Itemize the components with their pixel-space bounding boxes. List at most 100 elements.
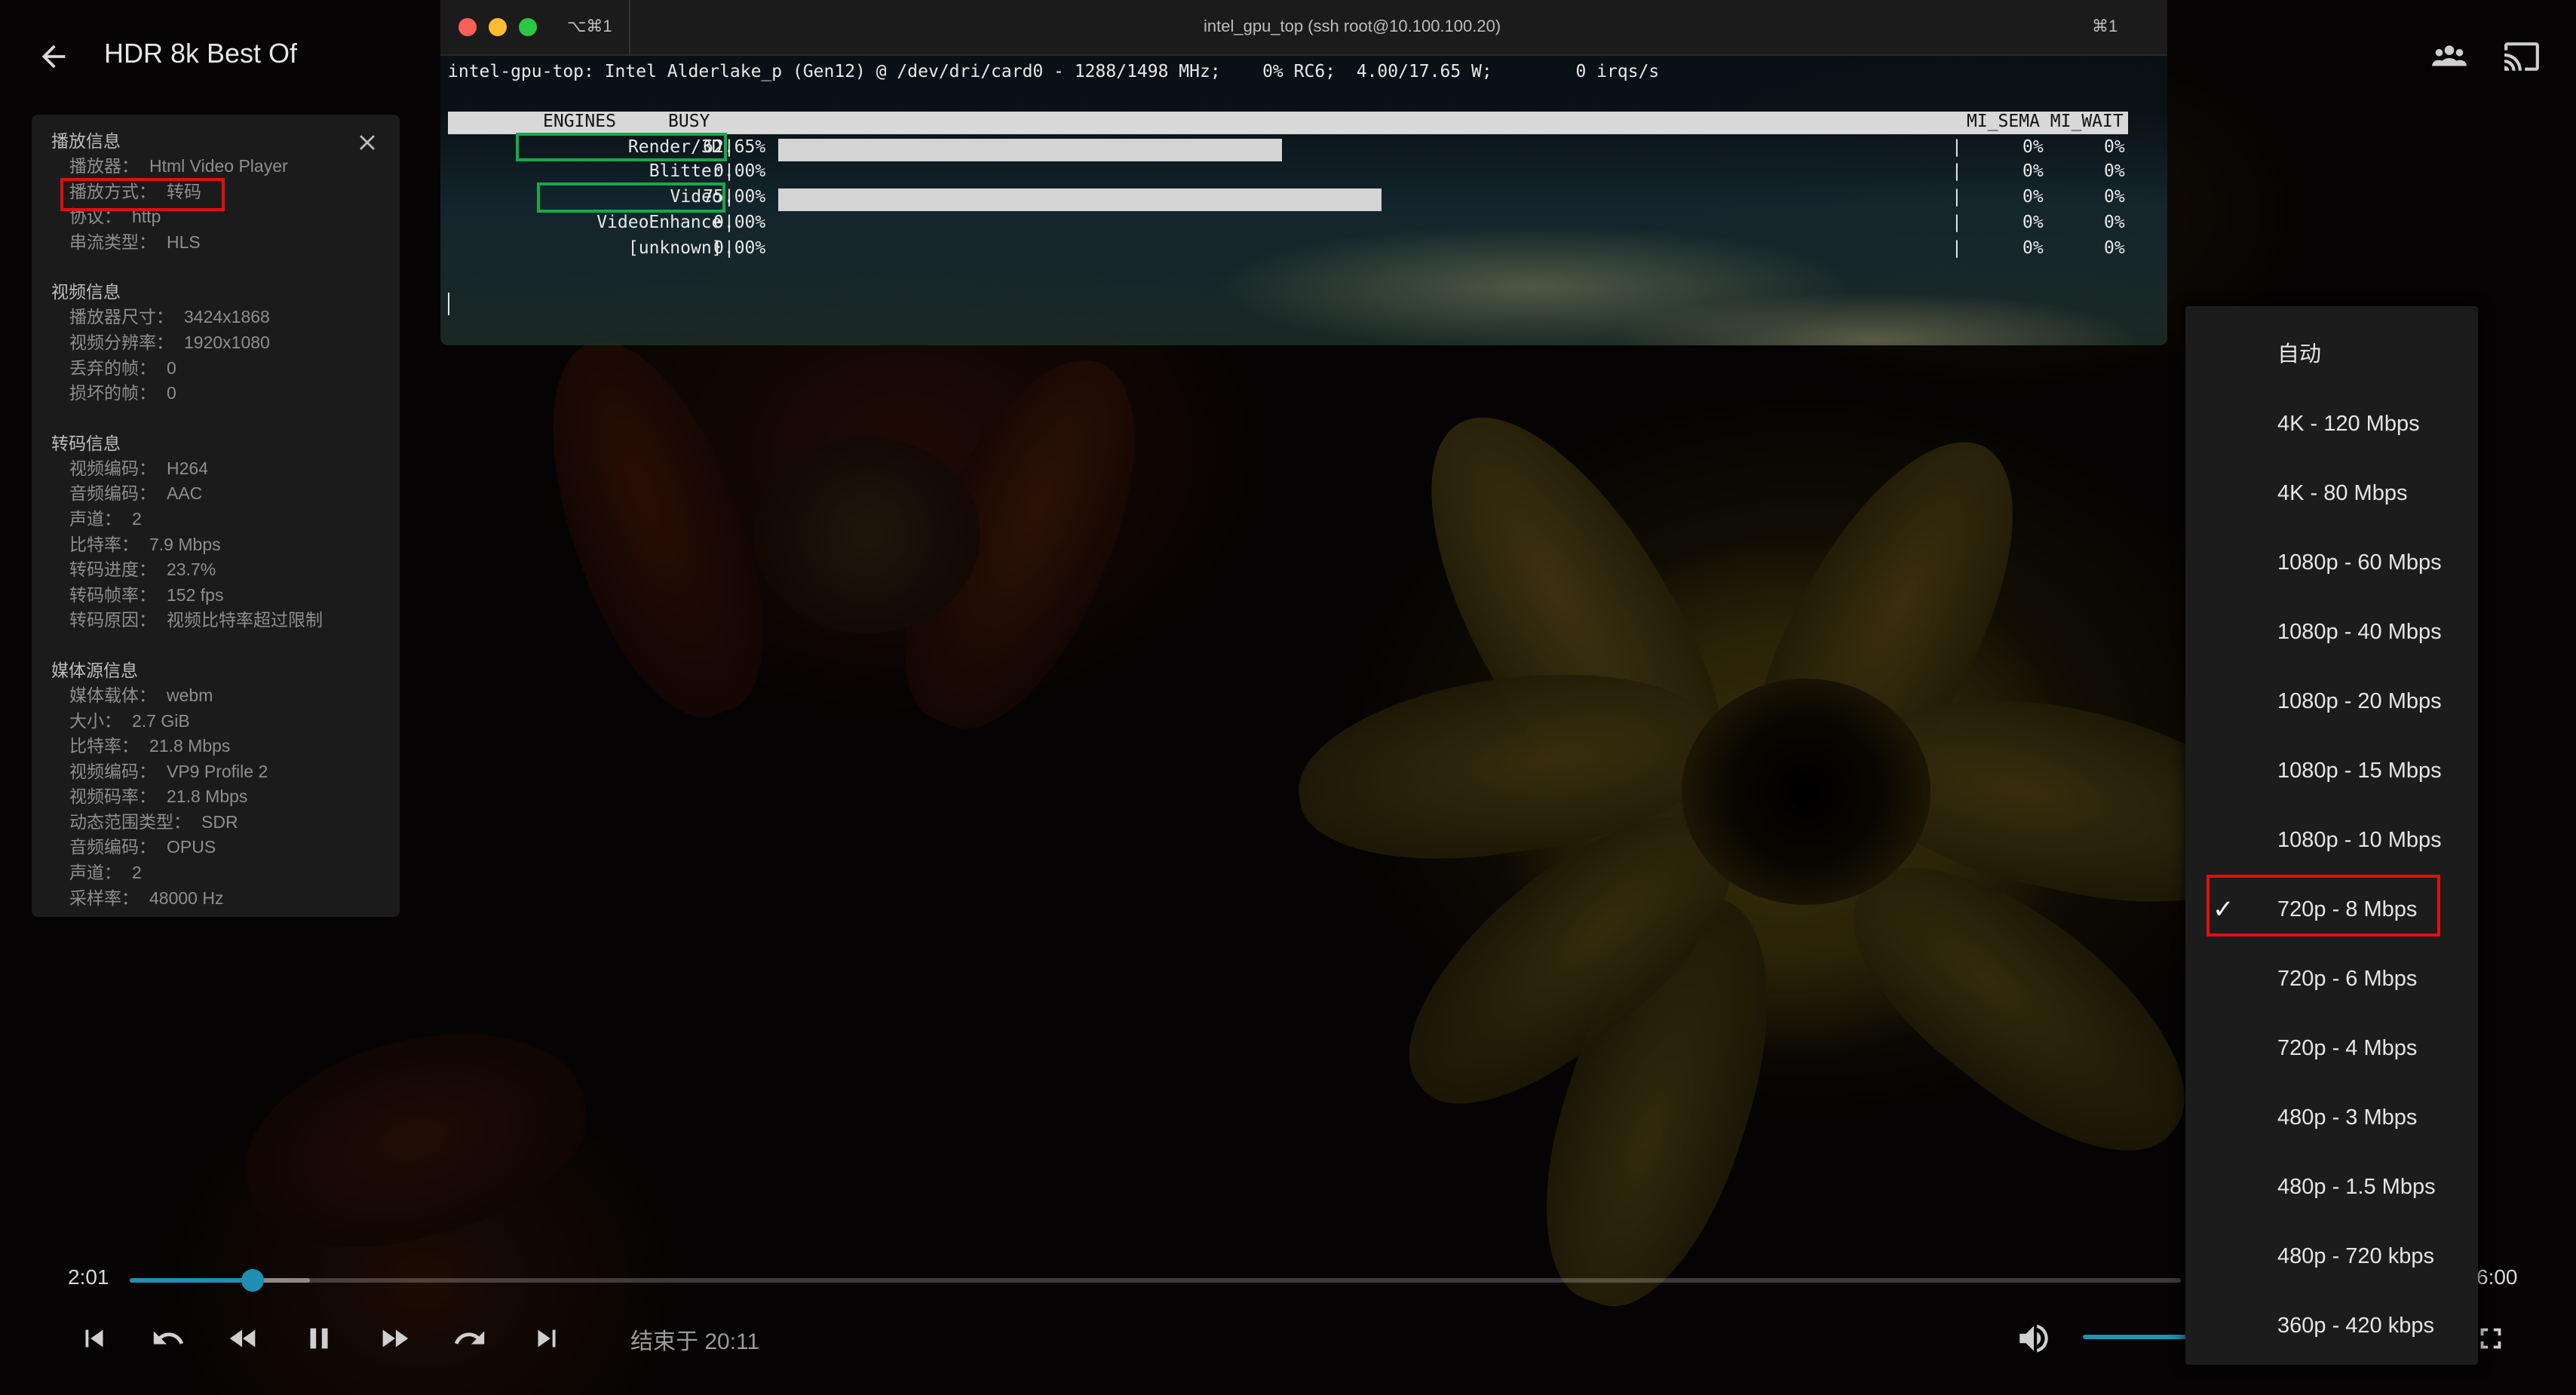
zoom-window-dot[interactable] [519, 18, 537, 36]
info-row-value: 1920x1080 [184, 332, 270, 352]
info-section: 视频信息 播放器尺寸： 3424x1868 视频分辨率： 1920x1080 丢弃的帧： 0… [51, 279, 400, 406]
info-section: 媒体源信息 媒体载体： webm 大小： 2.7 GiB 比特率： 21.8 Mbps 视频编… [51, 658, 400, 911]
arrow-left-icon[interactable] [36, 39, 71, 74]
gpu-status-line: intel-gpu-top: Intel Alderlake_p (Gen12)… [448, 62, 1660, 81]
current-time: 2:01 [68, 1265, 109, 1289]
fullscreen-icon[interactable] [2473, 1321, 2508, 1356]
volume-icon[interactable] [2015, 1320, 2053, 1357]
video-title: HDR 8k Best Of [104, 38, 298, 69]
bar-end-separator: | [1952, 161, 1962, 181]
quality-option[interactable]: 1080p - 20 Mbps [2185, 667, 2478, 736]
engine-mi-wait: 0% [2104, 213, 2125, 232]
quality-option[interactable]: 720p - 6 Mbps [2185, 944, 2478, 1013]
terminal-window[interactable]: ⌥⌘1 intel_gpu_top (ssh root@10.100.100.2… [440, 0, 2167, 345]
forward-icon[interactable] [452, 1321, 487, 1356]
info-row-value: 视频比特率超过限制 [167, 610, 323, 630]
quality-option-label: 1080p - 10 Mbps [2277, 828, 2442, 852]
quality-option[interactable]: 1080p - 40 Mbps [2185, 597, 2478, 667]
quality-option[interactable]: 4K - 80 Mbps [2185, 458, 2478, 528]
bar-end-separator: | [1952, 213, 1962, 232]
info-row-label: 损坏的帧： [69, 383, 156, 403]
quality-option[interactable]: 480p - 1.5 Mbps [2185, 1152, 2478, 1222]
tab-separator [629, 0, 630, 56]
info-row-label: 转码帧率： [69, 584, 156, 605]
skip-previous-icon[interactable] [77, 1321, 112, 1356]
quality-option-label: 1080p - 15 Mbps [2277, 759, 2442, 783]
info-row: 音频编码： OPUS [51, 835, 400, 860]
close-window-dot[interactable] [458, 18, 477, 36]
window-shortcut: ⌘1 [2092, 17, 2118, 35]
engine-name: VideoEnhance [596, 213, 722, 232]
group-icon[interactable] [2428, 38, 2470, 75]
quality-option-label: 1080p - 20 Mbps [2277, 689, 2442, 713]
engine-mi-sema: 0% [2022, 187, 2044, 207]
info-row: 声道： 2 [51, 860, 400, 886]
info-row-label: 动态范围类型： [69, 811, 191, 832]
quality-option[interactable]: 4K - 120 Mbps [2185, 389, 2478, 458]
engine-mi-sema: 0% [2022, 238, 2044, 258]
bar-end-separator: | [1952, 187, 1962, 207]
quality-option-label: 自动 [2277, 342, 2322, 366]
close-icon[interactable] [354, 130, 380, 155]
col-busy: BUSY [668, 112, 710, 131]
info-row-label: 比特率： [69, 736, 139, 756]
quality-option[interactable]: 自动 [2185, 320, 2478, 389]
terminal-titlebar[interactable]: ⌥⌘1 intel_gpu_top (ssh root@10.100.100.2… [440, 0, 2167, 56]
info-row-value: 2 [132, 863, 142, 883]
quality-option[interactable]: 1080p - 15 Mbps [2185, 736, 2478, 805]
engine-busy: 0.00% [713, 161, 766, 181]
engine-busy-bar [778, 139, 1282, 161]
info-row: 视频码率： 21.8 Mbps [51, 784, 400, 810]
terminal-title: intel_gpu_top (ssh root@10.100.100.20) [1204, 17, 1501, 35]
info-row-value: AAC [167, 483, 203, 504]
pause-icon[interactable] [302, 1321, 336, 1356]
seek-knob[interactable] [241, 1269, 265, 1292]
rewind-icon[interactable] [226, 1321, 261, 1356]
info-section-title: 媒体源信息 [51, 660, 138, 680]
engine-busy: 0.00% [713, 213, 766, 232]
engine-mi-sema: 0% [2022, 161, 2044, 181]
info-row-label: 比特率： [69, 534, 139, 554]
cast-icon[interactable] [2501, 38, 2543, 75]
info-row-label: 音频编码： [69, 483, 156, 504]
info-row-label: 串流类型： [69, 231, 156, 252]
minimize-window-dot[interactable] [489, 18, 507, 36]
info-row: 损坏的帧： 0 [51, 381, 400, 406]
quality-option[interactable]: 480p - 3 Mbps [2185, 1083, 2478, 1152]
info-row: 比特率： 7.9 Mbps [51, 532, 400, 558]
engine-mi-sema: 0% [2022, 137, 2044, 157]
info-row-label: 视频码率： [69, 786, 156, 807]
terminal-cursor [448, 293, 449, 315]
info-row: 播放器尺寸： 3424x1868 [51, 305, 400, 330]
quality-option[interactable]: 720p - 4 Mbps [2185, 1013, 2478, 1083]
info-row: 转码进度： 23.7% [51, 557, 400, 583]
quality-option[interactable]: 1080p - 10 Mbps [2185, 805, 2478, 875]
info-row: 视频分辨率： 1920x1080 [51, 330, 400, 356]
replay-icon[interactable] [151, 1321, 186, 1356]
col-mi: MI_SEMA MI_WAIT [1967, 112, 2124, 131]
bar-separator: | [724, 213, 734, 232]
fast-forward-icon[interactable] [377, 1321, 412, 1356]
quality-option-label: 4K - 80 Mbps [2277, 481, 2408, 505]
bar-separator: | [724, 238, 734, 258]
volume-slider[interactable] [2083, 1335, 2188, 1339]
skip-next-icon[interactable] [529, 1321, 564, 1356]
highlight-box-play-method [60, 178, 225, 211]
highlight-box-video [537, 182, 725, 213]
info-row-label: 大小： [69, 710, 121, 731]
quality-option[interactable]: 480p - 720 kbps [2185, 1222, 2478, 1291]
quality-option[interactable]: 360p - 420 kbps [2185, 1291, 2478, 1360]
info-row: 视频编码： VP9 Profile 2 [51, 759, 400, 785]
info-row-value: HLS [167, 231, 201, 252]
col-engines: ENGINES [543, 112, 616, 131]
quality-option-label: 720p - 6 Mbps [2277, 967, 2418, 991]
engine-name: [unknown] [627, 238, 722, 258]
bar-separator: | [724, 187, 734, 207]
quality-option[interactable]: 1080p - 60 Mbps [2185, 528, 2478, 597]
seek-bar[interactable] [130, 1269, 2181, 1292]
quality-menu[interactable]: 自动 4K - 120 Mbps 4K - 80 Mbps 1080p - 60 Mb… [2185, 306, 2478, 1365]
info-row-value: 48000 Hz [149, 888, 224, 908]
info-row-value: 0 [167, 357, 176, 378]
engine-busy: 0.00% [713, 238, 766, 258]
info-row-label: 音频编码： [69, 837, 156, 857]
